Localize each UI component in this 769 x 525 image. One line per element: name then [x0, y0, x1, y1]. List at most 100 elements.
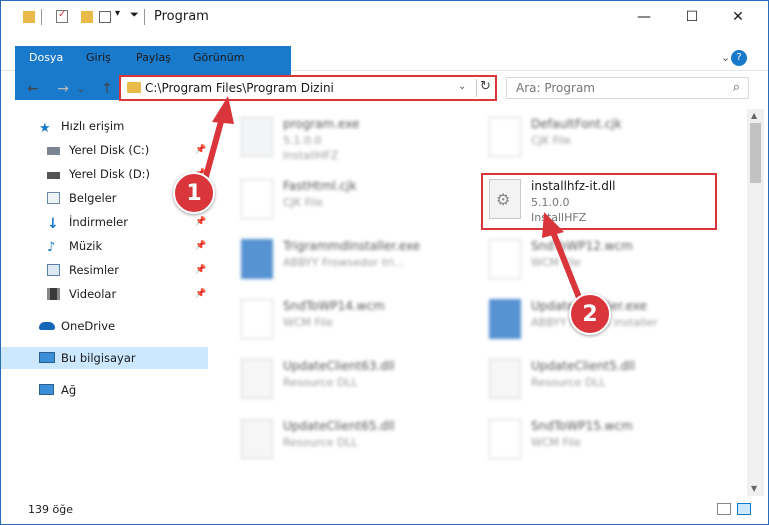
title-bar: ✓ ▾ ⏷ Program — ☐ ✕ [1, 1, 768, 33]
pin-icon[interactable]: 📌 [195, 139, 206, 161]
file-list: program.exe 5.1.0.0 InstallHFZ DefaultFo… [217, 109, 747, 496]
help-icon[interactable]: ? [731, 50, 747, 66]
file-company: InstallHFZ [283, 149, 339, 162]
file-type: CJK File [283, 196, 324, 209]
sidebar-item-label: Yerel Disk (C:) [69, 143, 150, 157]
address-bar[interactable]: C:\Program Files\Program Dizini ⌄ ↻ [119, 75, 497, 101]
tab-view[interactable]: Görünüm [181, 46, 256, 70]
pin-icon[interactable]: 📌 [195, 259, 206, 281]
sidebar-item-this-pc[interactable]: Bu bilgisayar [1, 347, 208, 369]
drive-icon [47, 172, 60, 179]
tab-share[interactable]: Paylaş [124, 46, 183, 70]
sidebar-item-label: OneDrive [61, 319, 116, 333]
file-item[interactable]: program.exe 5.1.0.0 InstallHFZ [235, 111, 483, 165]
document-file-icon [489, 419, 521, 459]
star-icon: ★ [39, 121, 51, 136]
file-item[interactable]: SndToWP14.wcm WCM File [235, 293, 483, 347]
back-button[interactable]: ← [21, 78, 45, 100]
network-icon [39, 384, 54, 395]
refresh-icon[interactable]: ↻ [480, 79, 491, 94]
maximize-button[interactable]: ☐ [669, 1, 715, 33]
callout-badge-1: 1 [173, 172, 215, 214]
scroll-up-icon[interactable]: ▲ [751, 111, 757, 120]
close-button[interactable]: ✕ [715, 1, 761, 33]
scroll-thumb[interactable] [750, 123, 761, 183]
file-type: Resource DLL [283, 436, 358, 449]
document-file-icon [241, 179, 273, 219]
sidebar-item-onedrive[interactable]: OneDrive [1, 315, 208, 337]
vertical-scrollbar[interactable]: ▲ ▼ [747, 109, 764, 496]
sidebar-item-label: Bu bilgisayar [61, 351, 136, 365]
address-separator [476, 79, 477, 97]
file-name: UpdateClient65.dll [283, 419, 395, 433]
sidebar-item-network[interactable]: Ağ [1, 379, 208, 401]
sidebar-item-label: Resimler [69, 263, 119, 277]
file-item[interactable]: UpdateClient63.dll Resource DLL [235, 353, 483, 407]
dll-gear-icon [241, 419, 273, 459]
sidebar-item-downloads[interactable]: ↓ İndirmeler 📌 [1, 211, 208, 233]
ribbon-tabs: Dosya Giriş Paylaş Görünüm ⌄ ? [1, 46, 768, 100]
sidebar-item-disk-c[interactable]: Yerel Disk (C:) 📌 [1, 139, 208, 161]
search-placeholder[interactable]: Ara: Program [516, 81, 595, 95]
file-type: WCM File [531, 436, 581, 449]
computer-icon [39, 352, 55, 363]
forward-button[interactable]: → [51, 78, 75, 100]
file-type: Resource DLL [283, 376, 358, 389]
folder-icon [23, 11, 35, 23]
file-item[interactable]: SndToWP15.wcm WCM File [483, 413, 731, 467]
minimize-button[interactable]: — [621, 1, 667, 33]
new-folder-icon[interactable] [81, 11, 93, 23]
file-type: WCM File [283, 316, 333, 329]
pictures-icon [47, 264, 60, 276]
file-name: DefaultFont.cjk [531, 117, 622, 131]
file-name: SndToWP12.wcm [531, 239, 633, 253]
scroll-down-icon[interactable]: ▼ [751, 484, 757, 493]
file-item[interactable]: TrigrammdInstaller.exe ABBYY Frowsedor t… [235, 233, 483, 287]
file-type: WCM File [531, 256, 581, 269]
file-item[interactable]: UpdateClient5.dll Resource DLL [483, 353, 731, 407]
large-icons-view-icon[interactable] [737, 503, 751, 515]
address-path[interactable]: C:\Program Files\Program Dizini [145, 81, 334, 95]
sidebar-item-quick-access[interactable]: ★ Hızlı erişim [1, 115, 208, 137]
pin-icon[interactable]: 📌 [195, 283, 206, 305]
sidebar-item-videos[interactable]: Videolar 📌 [1, 283, 208, 305]
file-item[interactable]: FastHtml.cjk CJK File [235, 173, 483, 227]
file-item[interactable]: SndToWP12.wcm WCM File [483, 233, 731, 287]
pin-icon[interactable]: 📌 [195, 235, 206, 257]
sidebar-item-label: Yerel Disk (D:) [69, 167, 151, 181]
address-dropdown-icon[interactable]: ⌄ [458, 81, 466, 92]
sidebar-item-music[interactable]: ♪ Müzik 📌 [1, 235, 208, 257]
sidebar-item-pictures[interactable]: Resimler 📌 [1, 259, 208, 281]
file-description: ABBYY Frowsedor tri... [283, 256, 405, 269]
properties-icon[interactable]: ✓ [56, 9, 68, 23]
details-view-icon[interactable] [717, 503, 731, 515]
file-name: SndToWP14.wcm [283, 299, 385, 313]
exe-file-icon [241, 117, 273, 157]
document-file-icon [241, 299, 273, 339]
qa-separator [41, 9, 42, 25]
exe-file-icon [489, 299, 521, 339]
sidebar-item-label: Müzik [69, 239, 103, 253]
status-bar: 139 öğe [1, 496, 768, 524]
file-version: 5.1.0.0 [283, 134, 322, 147]
music-icon: ♪ [47, 240, 56, 255]
up-button[interactable]: ↑ [95, 78, 119, 100]
search-icon[interactable]: ⌕ [733, 80, 740, 95]
file-item[interactable]: DefaultFont.cjk CJK File [483, 111, 731, 165]
customize-toolbar-icon[interactable] [99, 11, 111, 23]
exe-file-icon [241, 239, 273, 279]
qa-down-icon[interactable]: ⏷ [130, 8, 139, 24]
callout-badge-2: 2 [569, 293, 611, 335]
cloud-icon [39, 322, 55, 330]
file-name: program.exe [283, 117, 360, 131]
recent-locations-button[interactable]: ⌄ [74, 78, 88, 100]
qa-separator [144, 9, 145, 25]
drive-icon [47, 147, 60, 155]
pin-icon[interactable]: 📌 [195, 211, 206, 233]
document-file-icon [489, 117, 521, 157]
file-type: CJK File [531, 134, 572, 147]
search-box[interactable]: Ara: Program ⌕ [506, 77, 749, 99]
file-item[interactable]: UpdateClient65.dll Resource DLL [235, 413, 483, 467]
qa-dropdown-icon[interactable]: ▾ [115, 8, 120, 24]
tab-home[interactable]: Giriş [74, 46, 123, 70]
